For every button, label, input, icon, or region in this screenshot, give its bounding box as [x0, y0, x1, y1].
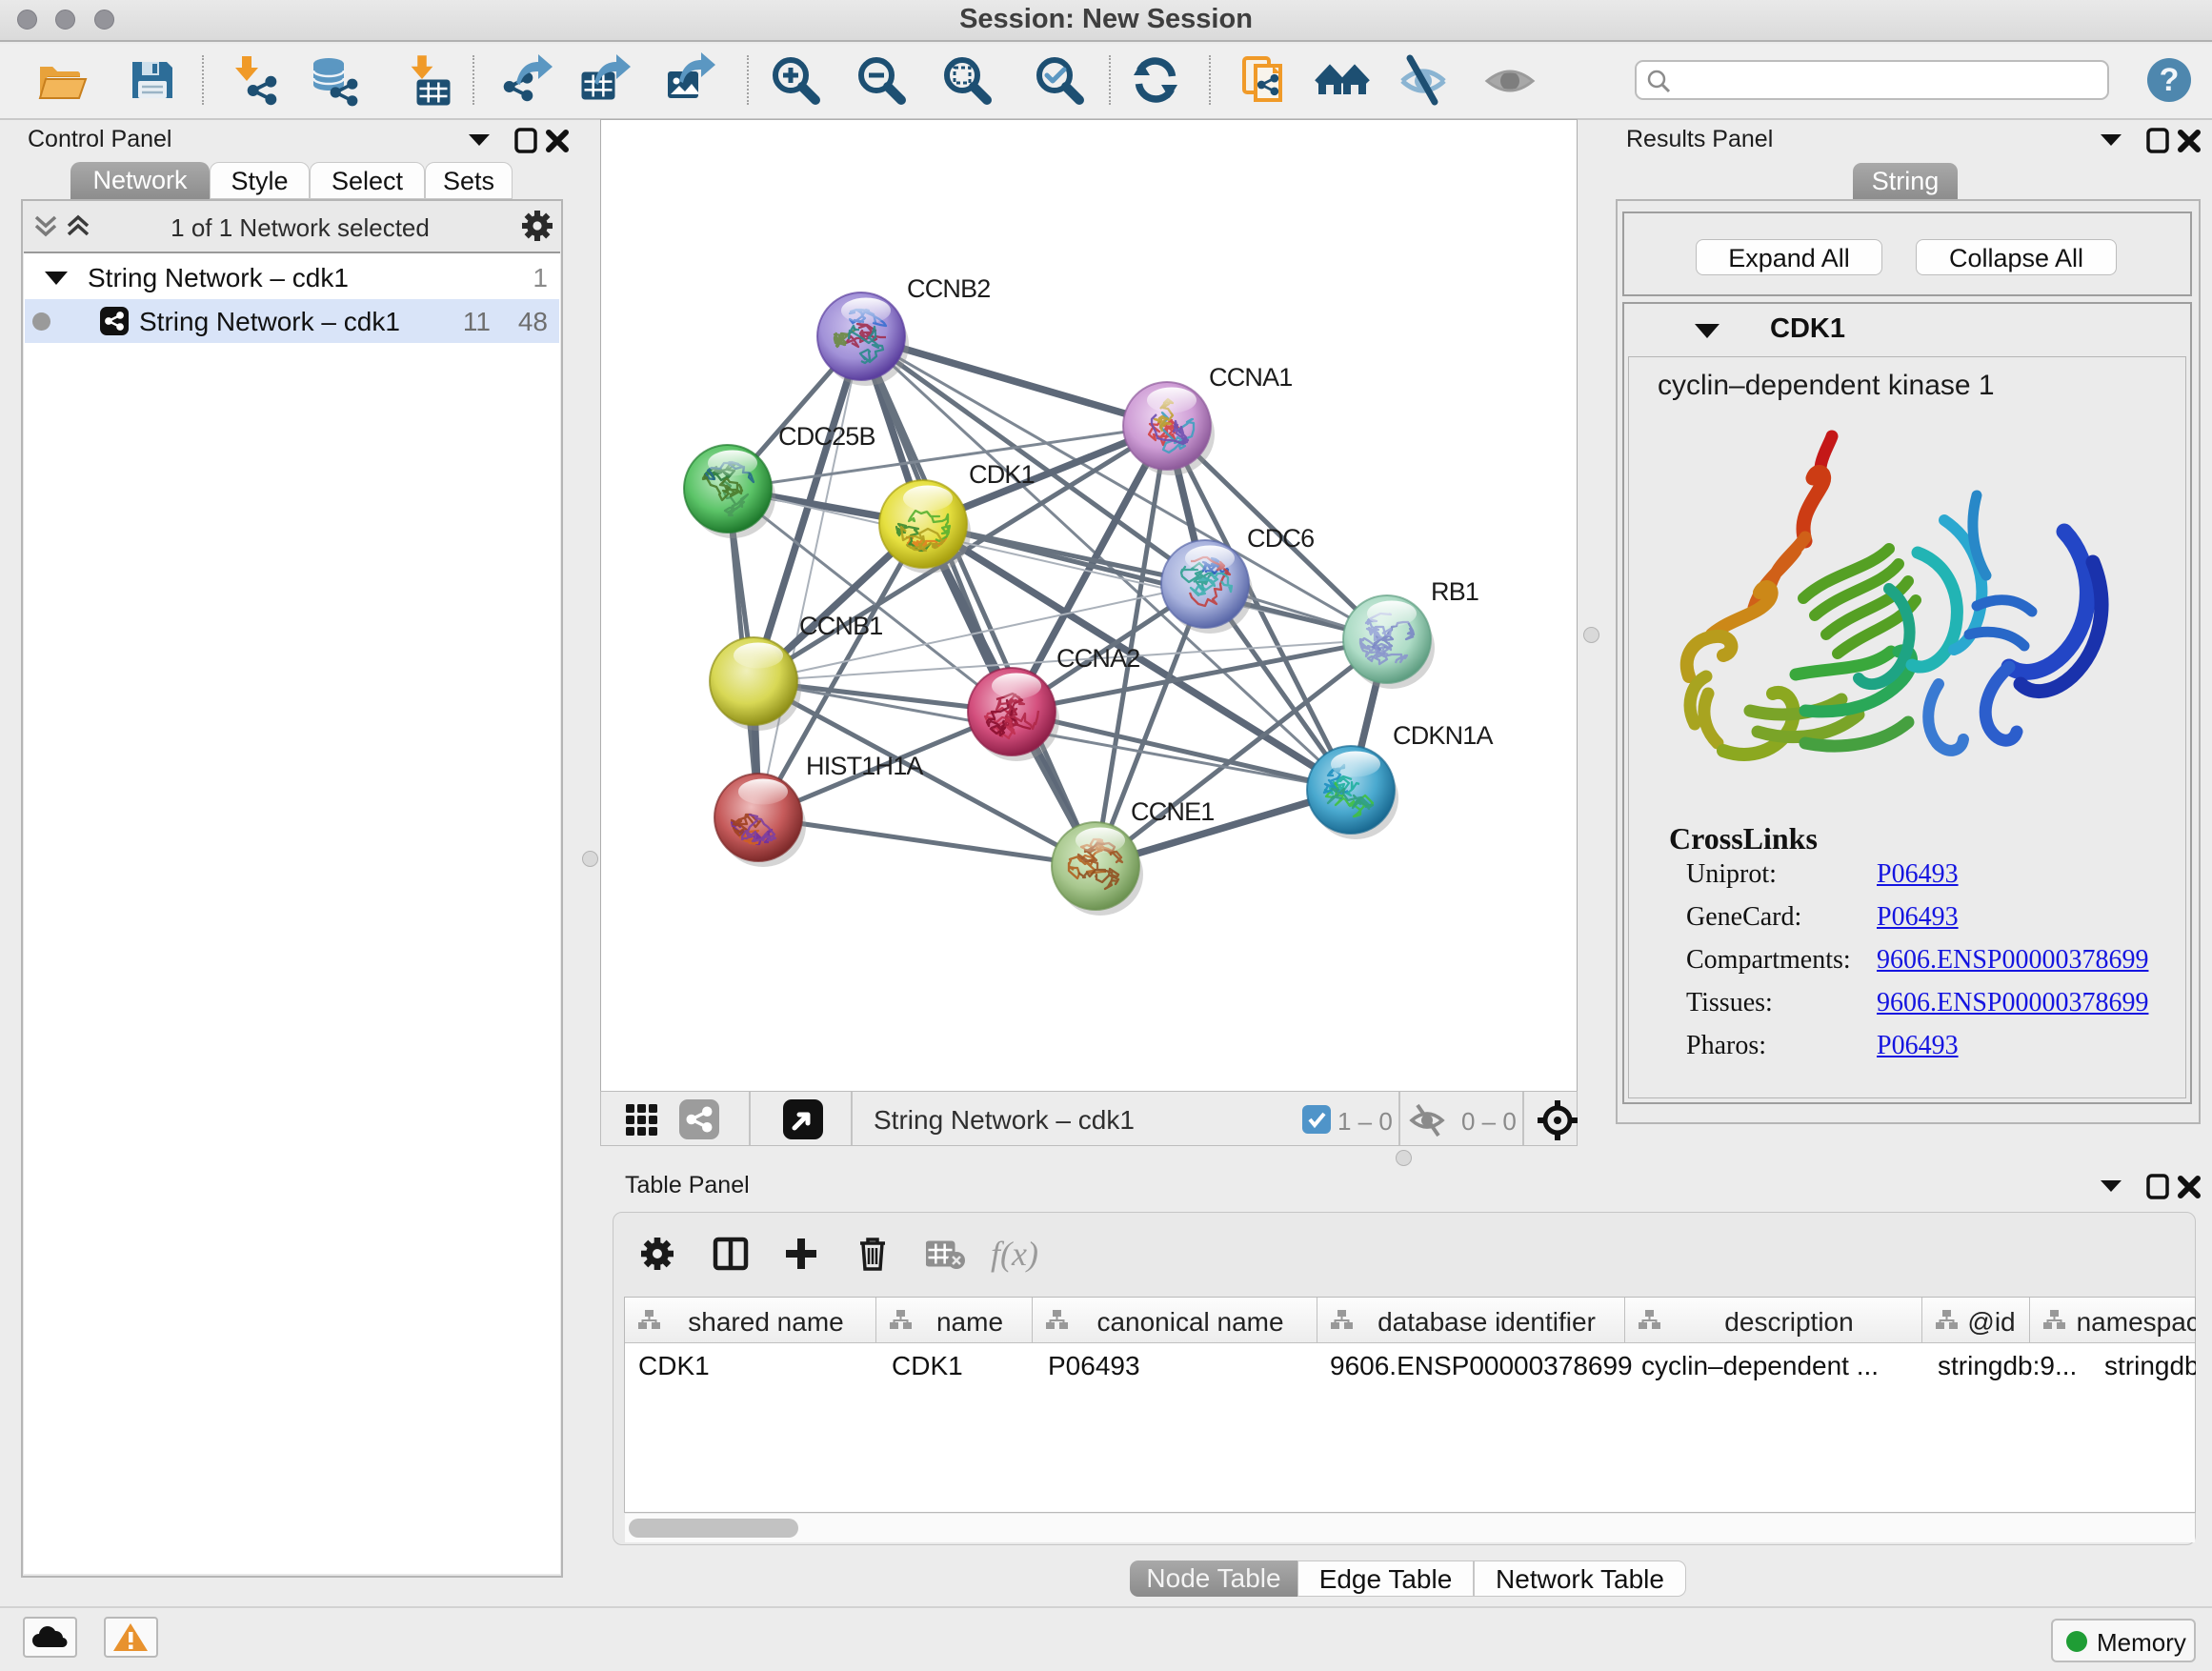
svg-text:CDK1: CDK1 [969, 460, 1035, 489]
svg-text:CCNB2: CCNB2 [907, 274, 991, 303]
svg-text:CDC6: CDC6 [1247, 524, 1314, 553]
svg-text:CCNA2: CCNA2 [1056, 644, 1140, 673]
svg-text:RB1: RB1 [1431, 577, 1478, 606]
svg-text:CCNB1: CCNB1 [799, 612, 883, 640]
svg-text:HIST1H1A: HIST1H1A [806, 752, 923, 780]
svg-text:CDC25B: CDC25B [778, 422, 875, 451]
svg-text:CCNE1: CCNE1 [1131, 797, 1215, 826]
svg-text:CDKN1A: CDKN1A [1393, 721, 1494, 750]
svg-text:CCNA1: CCNA1 [1209, 363, 1293, 392]
